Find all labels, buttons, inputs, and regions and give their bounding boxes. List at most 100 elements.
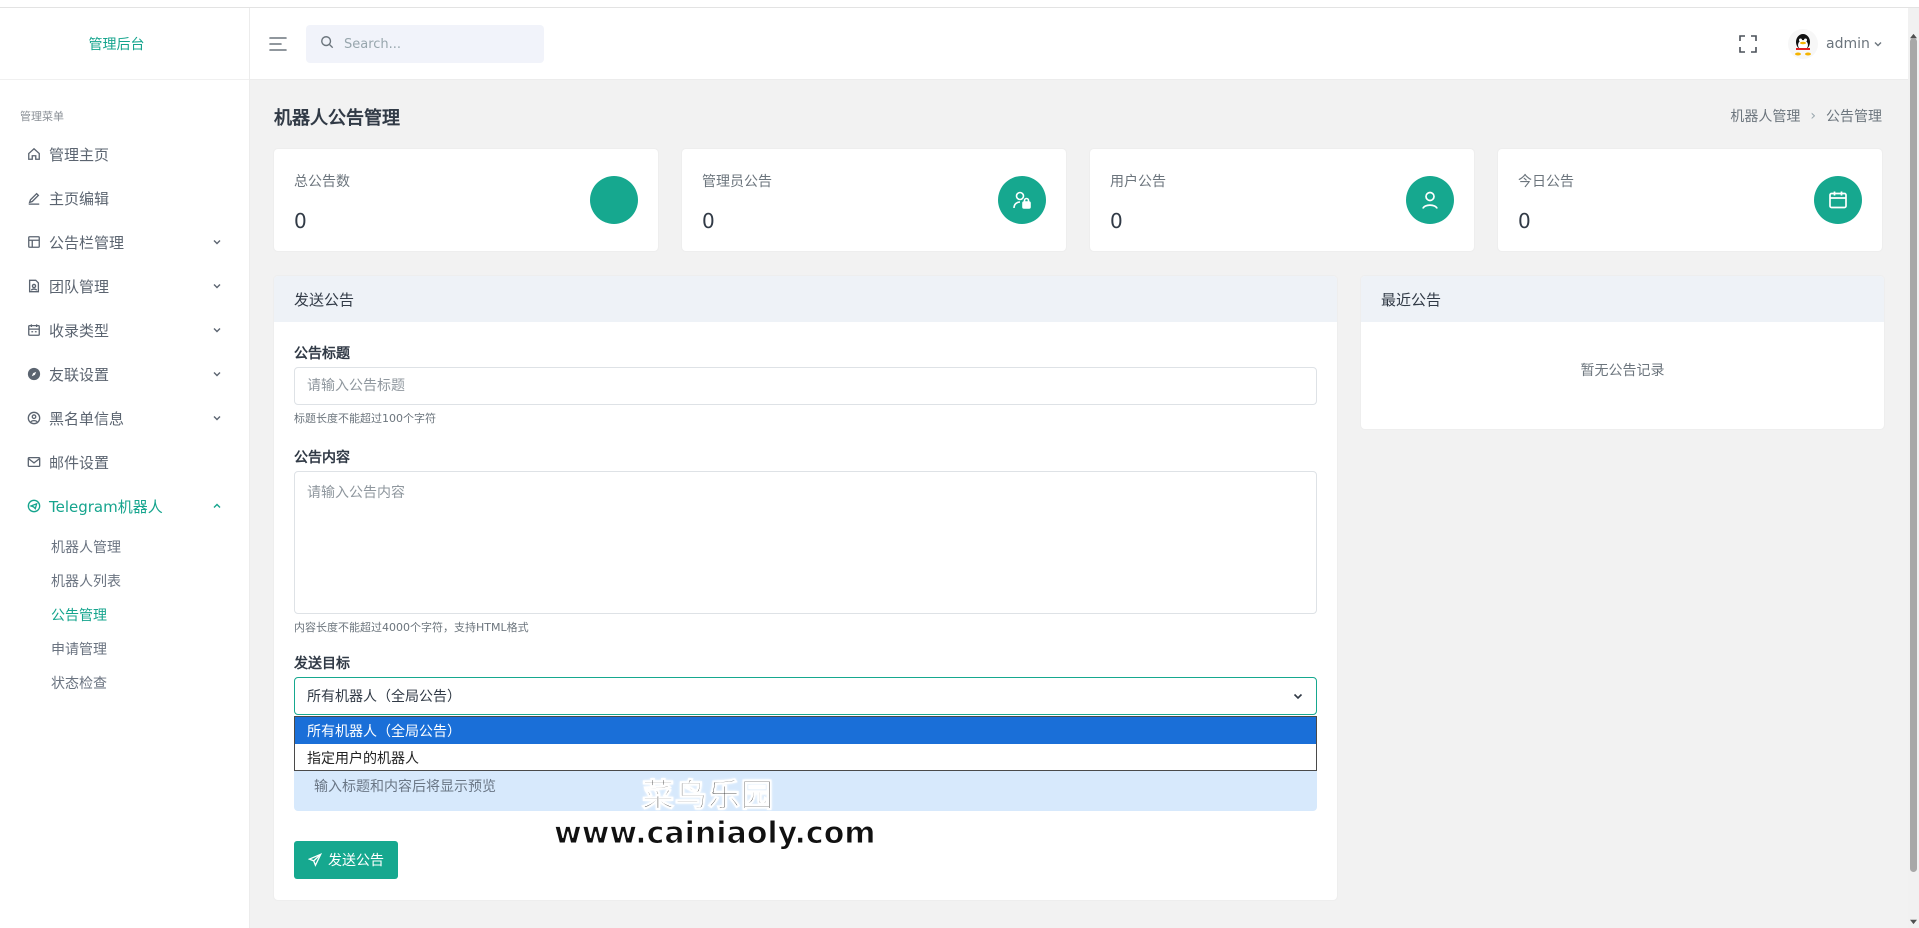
sidebar-item-telegram[interactable]: Telegram机器人 — [0, 484, 249, 528]
telegram-icon — [26, 498, 42, 514]
sidebar-item-home[interactable]: 管理主页 — [0, 132, 249, 176]
chevron-down-icon — [211, 236, 223, 248]
breadcrumb: 机器人管理 › 公告管理 — [1730, 106, 1882, 126]
target-select-value: 所有机器人（全局公告） — [307, 689, 461, 705]
home-icon — [26, 146, 42, 162]
stat-value: 0 — [1110, 209, 1123, 233]
breadcrumb-current: 公告管理 — [1826, 109, 1882, 125]
target-select[interactable]: 所有机器人（全局公告） — [294, 677, 1317, 715]
bullhorn-icon — [590, 176, 638, 224]
sidebar-item-bulletin[interactable]: 公告栏管理 — [0, 220, 249, 264]
target-dropdown-list: 所有机器人（全局公告） 指定用户的机器人 — [294, 716, 1317, 771]
stat-card-total: 总公告数 0 — [274, 149, 658, 251]
breadcrumb-link[interactable]: 机器人管理 — [1730, 106, 1800, 126]
stat-label: 用户公告 — [1110, 174, 1166, 190]
sidebar-item-label: 公告栏管理 — [49, 233, 125, 252]
stat-card-admin: 管理员公告 0 — [682, 149, 1066, 251]
watermark-title: 菜鸟乐园 — [641, 776, 775, 815]
team-icon — [26, 278, 42, 294]
user-icon — [1406, 176, 1454, 224]
telegram-submenu: 机器人管理 机器人列表 公告管理 申请管理 状态检查 — [0, 528, 249, 700]
submenu-item-bot-manage[interactable]: 机器人管理 — [0, 530, 249, 564]
send-button-label: 发送公告 — [328, 853, 384, 869]
watermark-url: www.cainiaoly.com — [554, 816, 877, 852]
sidebar-item-label: 友联设置 — [49, 365, 110, 384]
recent-announcements-card: 最近公告 暂无公告记录 — [1361, 276, 1884, 429]
user-lock-icon — [998, 176, 1046, 224]
submenu-item-status-check[interactable]: 状态检查 — [0, 666, 249, 700]
chevron-down-icon — [1292, 690, 1304, 702]
page-title: 机器人公告管理 — [274, 108, 400, 129]
stat-value: 0 — [702, 209, 715, 233]
calendar-icon — [26, 322, 42, 338]
target-option-all[interactable]: 所有机器人（全局公告） — [295, 717, 1316, 744]
main-content: 机器人公告管理 机器人管理 › 公告管理 总公告数 0 管理员公告 0 用户公告… — [250, 80, 1908, 928]
sidebar-item-label: 黑名单信息 — [49, 409, 125, 428]
menu-toggle-icon[interactable] — [268, 34, 288, 54]
sidebar-item-label: Telegram机器人 — [49, 497, 163, 516]
sidebar-item-label: 邮件设置 — [49, 453, 110, 472]
sidebar-item-label: 主页编辑 — [49, 189, 110, 208]
target-label: 发送目标 — [294, 656, 350, 672]
sidebar-item-team[interactable]: 团队管理 — [0, 264, 249, 308]
content-help: 内容长度不能超过4000个字符，支持HTML格式 — [294, 621, 529, 634]
mail-icon — [26, 454, 42, 470]
stat-value: 0 — [294, 209, 307, 233]
title-input[interactable] — [294, 367, 1317, 405]
stat-label: 总公告数 — [294, 174, 350, 190]
sidebar-item-home-edit[interactable]: 主页编辑 — [0, 176, 249, 220]
stat-card-user: 用户公告 0 — [1090, 149, 1474, 251]
top-header: admin — [250, 8, 1908, 80]
content-textarea[interactable] — [294, 471, 1317, 614]
stat-label: 今日公告 — [1518, 174, 1574, 190]
send-announcement-card: 发送公告 公告标题 标题长度不能超过100个字符 公告内容 内容长度不能超过40… — [274, 276, 1337, 900]
sidebar-item-label: 团队管理 — [49, 277, 110, 296]
submenu-item-announcements[interactable]: 公告管理 — [0, 598, 249, 632]
chevron-down-icon — [211, 368, 223, 380]
stat-card-today: 今日公告 0 — [1498, 149, 1882, 251]
chevron-down-icon — [211, 324, 223, 336]
top-border — [0, 0, 1919, 8]
user-circle-icon — [26, 410, 42, 426]
board-icon — [26, 234, 42, 250]
edit-icon — [26, 190, 42, 206]
avatar — [1788, 29, 1818, 59]
sidebar-item-friendlinks[interactable]: 友联设置 — [0, 352, 249, 396]
title-help: 标题长度不能超过100个字符 — [294, 412, 436, 425]
chevron-down-icon — [211, 280, 223, 292]
sidebar-item-types[interactable]: 收录类型 — [0, 308, 249, 352]
content-label: 公告内容 — [294, 450, 350, 466]
scroll-down-icon[interactable] — [1910, 913, 1917, 925]
breadcrumb-separator-icon: › — [1810, 108, 1816, 124]
search-icon — [320, 35, 334, 53]
sidebar-item-mail[interactable]: 邮件设置 — [0, 440, 249, 484]
submenu-item-applications[interactable]: 申请管理 — [0, 632, 249, 666]
stat-label: 管理员公告 — [702, 174, 772, 190]
page-scrollbar[interactable] — [1908, 8, 1919, 928]
sidebar-item-blacklist[interactable]: 黑名单信息 — [0, 396, 249, 440]
search-input[interactable] — [344, 36, 524, 52]
target-option-user[interactable]: 指定用户的机器人 — [295, 744, 1316, 771]
brand-logo[interactable]: 管理后台 — [0, 8, 249, 80]
chevron-down-icon — [1873, 39, 1883, 49]
sidebar-menu: 管理主页 主页编辑 公告栏管理 团队管理 收录类型 友联设置 黑名单信息 邮件设… — [0, 132, 249, 528]
user-name: admin — [1826, 36, 1870, 52]
card-title: 发送公告 — [274, 276, 1337, 322]
title-label: 公告标题 — [294, 346, 350, 362]
calendar-icon — [1814, 176, 1862, 224]
card-title: 最近公告 — [1361, 276, 1884, 322]
send-icon — [308, 853, 322, 867]
scroll-up-icon[interactable] — [1910, 28, 1917, 39]
menu-title: 管理菜单 — [20, 110, 64, 123]
fullscreen-icon[interactable] — [1738, 34, 1758, 54]
empty-state-text: 暂无公告记录 — [1580, 363, 1665, 379]
sidebar: 管理后台 管理菜单 管理主页 主页编辑 公告栏管理 团队管理 收录类型 友联设置… — [0, 8, 250, 928]
compass-icon — [26, 366, 42, 382]
user-menu[interactable]: admin — [1788, 28, 1883, 60]
sidebar-item-label: 收录类型 — [49, 321, 110, 340]
send-announcement-button[interactable]: 发送公告 — [294, 841, 398, 879]
stat-value: 0 — [1518, 209, 1531, 233]
scrollbar-thumb[interactable] — [1910, 38, 1917, 872]
submenu-item-bot-list[interactable]: 机器人列表 — [0, 564, 249, 598]
chevron-down-icon — [211, 412, 223, 424]
